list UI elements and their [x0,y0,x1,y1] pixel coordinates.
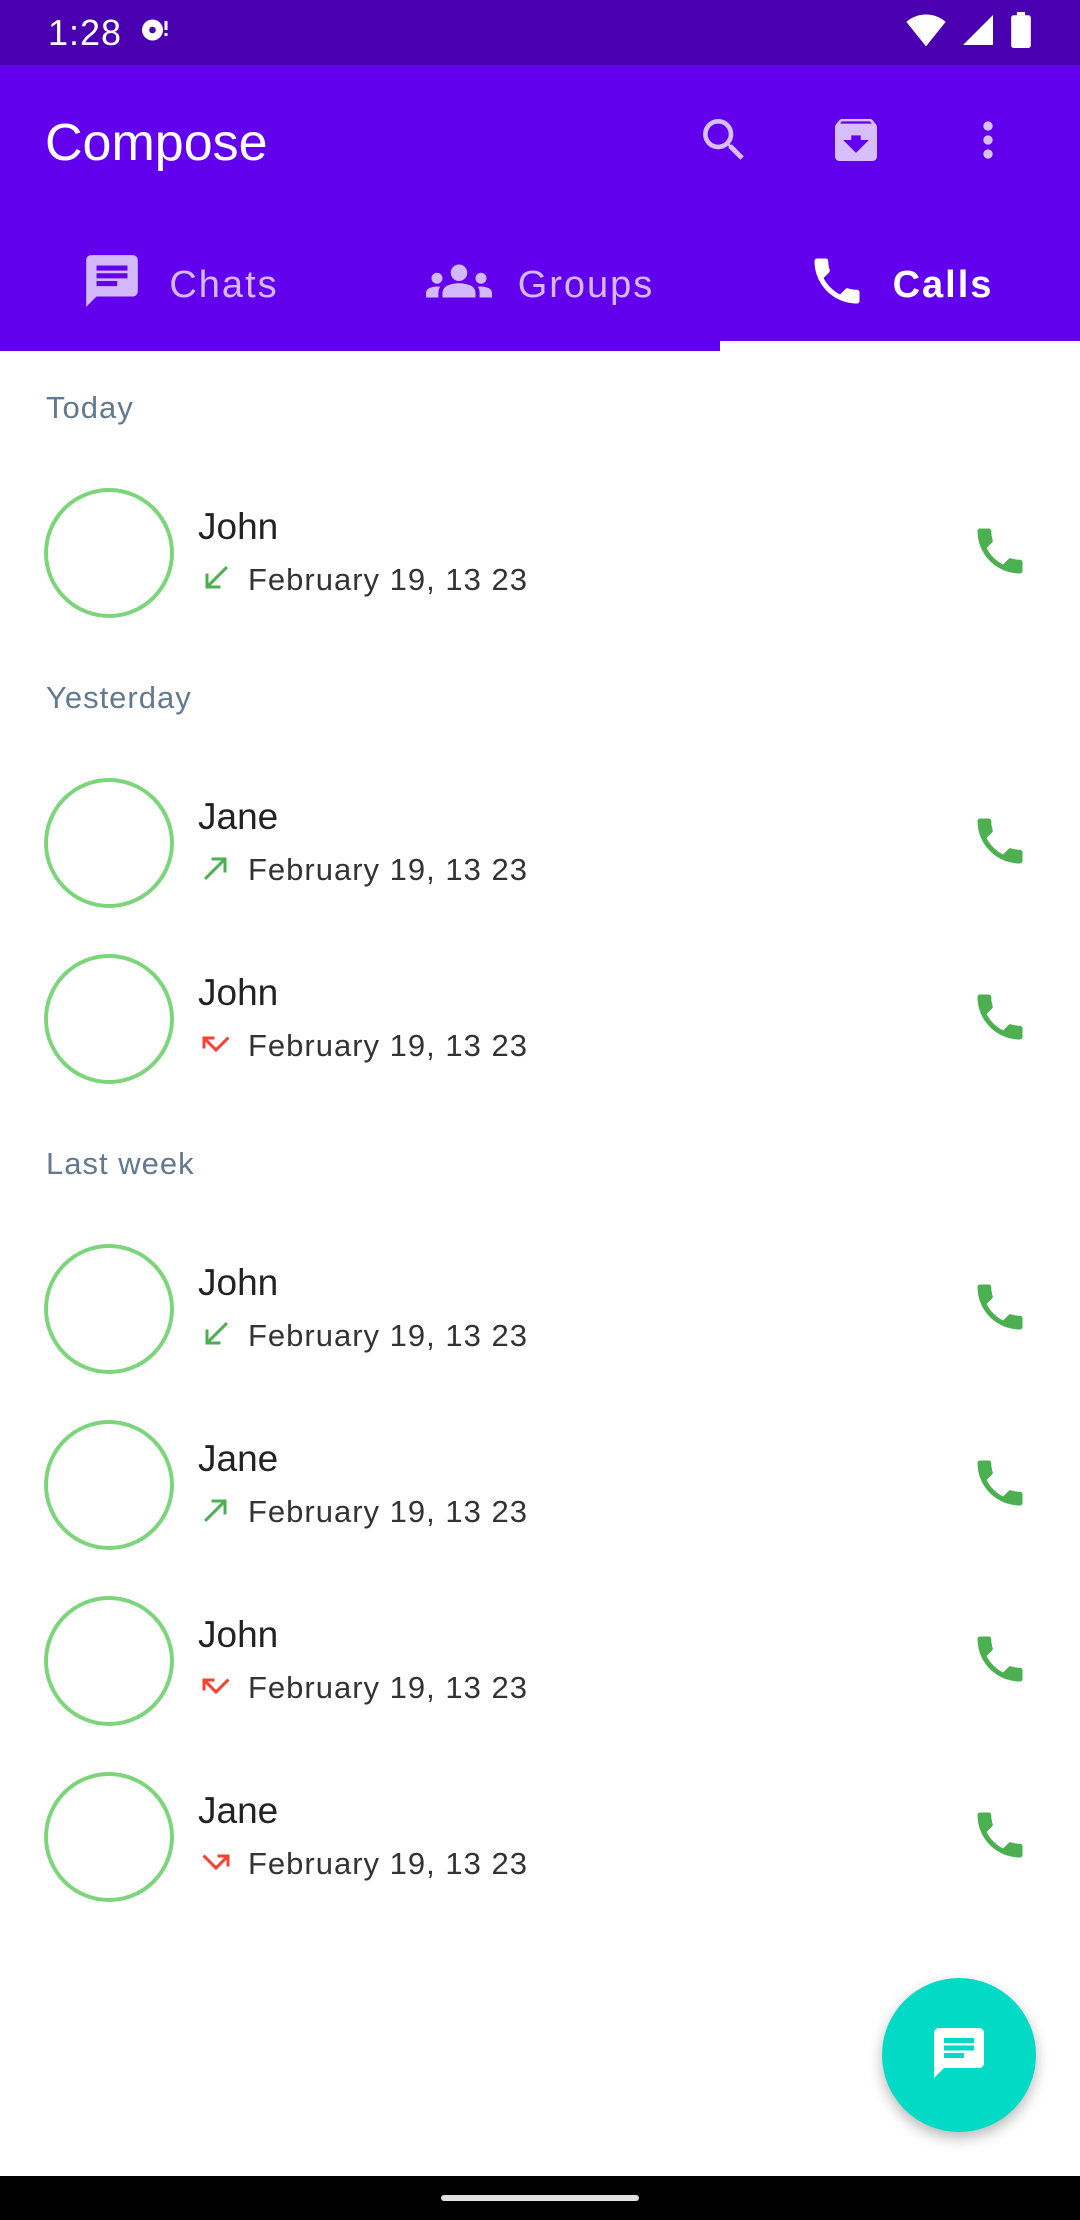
phone-icon [970,811,1030,876]
wifi-icon [906,12,946,53]
tab-label: Calls [892,264,994,306]
call-back-button[interactable] [960,513,1040,593]
search-button[interactable] [658,83,790,203]
caller-name: John [198,1613,279,1655]
signal-icon [960,12,996,53]
call-made-icon [198,1492,234,1533]
archive-button[interactable] [790,83,922,203]
message-icon [929,2023,989,2088]
archive-icon [828,112,884,173]
tab-groups[interactable]: Groups [360,220,720,351]
call-date: February 19, 13 23 [248,1028,528,1063]
call-date: February 19, 13 23 [248,1318,528,1353]
avatar [44,778,174,908]
section-header: Last week [46,1146,195,1181]
status-time: 1:28 [48,11,123,53]
avatar [44,1244,174,1374]
call-date: February 19, 13 23 [248,1494,528,1529]
avatar [44,954,174,1084]
phone-icon [970,1277,1030,1342]
groups-icon [425,248,492,324]
call-log-list: Today John February 19, 13 23 Yesterday Jane… [0,351,1080,1925]
battery-icon [1010,12,1032,53]
avatar [44,1772,174,1902]
call-missed-outgoing-icon [198,1844,234,1885]
call-date: February 19, 13 23 [248,852,528,887]
call-back-button[interactable] [960,1797,1040,1877]
phone-icon [970,1805,1030,1870]
avatar [44,1420,174,1550]
section-header: Yesterday [46,680,192,715]
more-options-button[interactable] [922,83,1054,203]
calls-screen: 1:28 Compose Chats Groups Calls Today Jo… [0,0,1080,2220]
caller-name: Jane [198,1789,279,1831]
tab-bar: Chats Groups Calls [0,220,1080,351]
call-log-item[interactable]: Jane February 19, 13 23 [0,1749,1080,1925]
phone-icon [970,1453,1030,1518]
call-log-item[interactable]: John February 19, 13 23 [0,465,1080,641]
call-date: February 19, 13 23 [248,562,528,597]
tab-chats[interactable]: Chats [0,220,360,351]
phone-icon [970,987,1030,1052]
status-bar: 1:28 [0,0,1080,65]
caller-name: Jane [198,1437,279,1479]
call-received-icon [198,560,234,601]
top-app-bar: Compose [0,65,1080,220]
phone-icon [970,1629,1030,1694]
search-icon [696,112,752,173]
call-back-button[interactable] [960,979,1040,1059]
phone-icon [807,251,867,321]
call-received-icon [198,1316,234,1357]
caller-name: John [198,1261,279,1303]
new-message-fab[interactable] [882,1978,1036,2132]
system-nav-bar [0,2176,1080,2220]
call-date: February 19, 13 23 [248,1670,528,1705]
call-back-button[interactable] [960,1621,1040,1701]
tab-calls[interactable]: Calls [720,220,1080,351]
caller-name: John [198,505,279,547]
caller-name: John [198,971,279,1013]
section-header: Today [46,390,134,425]
avatar [44,488,174,618]
call-back-button[interactable] [960,1445,1040,1525]
phone-icon [970,521,1030,586]
chat-icon [81,250,143,322]
tab-label: Groups [517,264,655,306]
call-made-icon [198,850,234,891]
notification-icon [136,12,172,53]
avatar [44,1596,174,1726]
call-missed-icon [198,1668,234,1709]
app-title: Compose [45,113,268,172]
call-log-item[interactable]: Jane February 19, 13 23 [0,1397,1080,1573]
call-back-button[interactable] [960,1269,1040,1349]
more-vert-icon [960,112,1016,173]
tab-label: Chats [169,264,279,306]
call-missed-icon [198,1026,234,1067]
call-log-item[interactable]: Jane February 19, 13 23 [0,755,1080,931]
call-date: February 19, 13 23 [248,1846,528,1881]
caller-name: Jane [198,795,279,837]
call-back-button[interactable] [960,803,1040,883]
call-log-item[interactable]: John February 19, 13 23 [0,1221,1080,1397]
call-log-item[interactable]: John February 19, 13 23 [0,931,1080,1107]
home-handle[interactable] [441,2195,639,2201]
call-log-item[interactable]: John February 19, 13 23 [0,1573,1080,1749]
